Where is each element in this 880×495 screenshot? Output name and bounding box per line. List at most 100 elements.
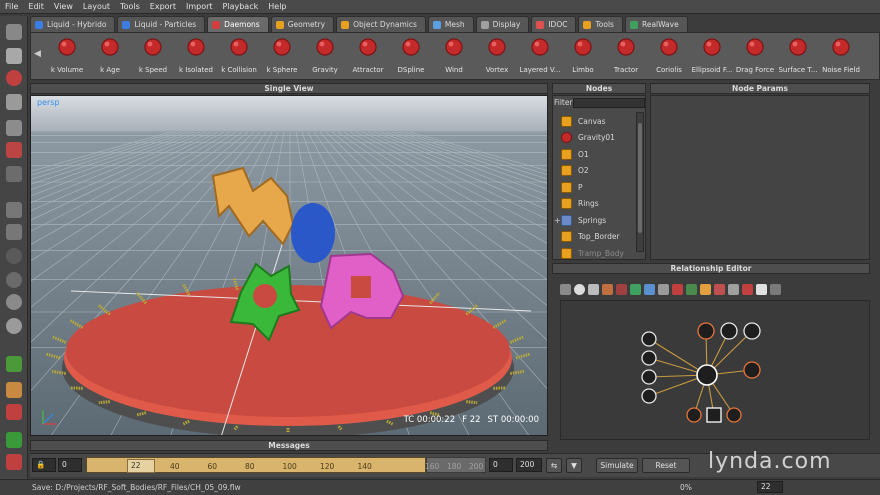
tab-daemons[interactable]: Daemons (207, 16, 269, 32)
tab-liquid-particles[interactable]: Liquid - Particles (117, 16, 206, 32)
node-item-o2[interactable]: O2 (555, 163, 635, 179)
scale-tool-icon[interactable] (6, 94, 22, 110)
display-sphere-wire-icon[interactable] (6, 248, 22, 264)
node-item-rings[interactable]: Rings (555, 196, 635, 212)
tool-tractor[interactable]: Tractor (604, 37, 648, 74)
lock-toggle[interactable]: 🔒 (32, 458, 56, 472)
tool-attractor[interactable]: Attractor (346, 37, 390, 74)
tool-ellipsoid-f[interactable]: Ellipsoid F... (690, 37, 734, 74)
tab-realwave[interactable]: RealWave (624, 16, 688, 32)
tool-drag-force[interactable]: Drag Force (733, 37, 777, 74)
menu-help[interactable]: Help (263, 2, 291, 11)
node-item-gravity01[interactable]: Gravity01 (555, 130, 635, 146)
folder-icon[interactable] (700, 283, 711, 295)
spark-icon[interactable] (714, 283, 725, 295)
magnet-icon[interactable] (742, 283, 753, 295)
move-tool-icon[interactable] (6, 48, 22, 64)
emitter-icon[interactable] (602, 283, 613, 295)
tool-k-volume[interactable]: k Volume (45, 37, 89, 74)
display-wire-icon[interactable] (6, 224, 22, 240)
range-start-field[interactable]: 0 (489, 458, 513, 472)
reset-button[interactable]: Reset (642, 458, 690, 473)
tool-dspline[interactable]: DSpline (389, 37, 433, 74)
shelf-scroll-left-icon[interactable]: ◀ (34, 49, 41, 59)
tool-k-collision[interactable]: k Collision (217, 37, 261, 74)
display-box-icon[interactable] (6, 202, 22, 218)
node-item-top_border[interactable]: Top_Border (555, 229, 635, 245)
current-frame-field[interactable]: 22 (127, 459, 155, 473)
table-icon[interactable] (756, 283, 767, 295)
bug-icon[interactable] (672, 283, 683, 295)
tool-surface-t[interactable]: Surface T... (776, 37, 820, 74)
brush-tool-icon[interactable] (6, 382, 22, 398)
menu-export[interactable]: Export (145, 2, 181, 11)
menu-playback[interactable]: Playback (218, 2, 264, 11)
export-tool-icon[interactable] (6, 432, 22, 448)
menu-view[interactable]: View (49, 2, 78, 11)
record-tool-icon[interactable] (6, 454, 22, 470)
link-icon[interactable] (560, 283, 571, 295)
range-end-field[interactable]: 200 (516, 458, 542, 472)
relationship-graph[interactable] (560, 300, 870, 440)
timeline-start-field[interactable]: 0 (58, 458, 82, 472)
grid-icon[interactable] (728, 283, 739, 295)
tool-k-sphere[interactable]: k Sphere (260, 37, 304, 74)
tool-gravity[interactable]: Gravity (303, 37, 347, 74)
tab-idoc[interactable]: IDOC (531, 16, 577, 32)
tool-k-isolated[interactable]: k Isolated (174, 37, 218, 74)
nodes-scrollbar[interactable] (636, 112, 644, 252)
node-item-springs[interactable]: + Springs (554, 212, 635, 228)
menu-import[interactable]: Import (181, 2, 218, 11)
paint-tool-icon[interactable] (6, 356, 22, 372)
snap-tool-icon[interactable] (6, 142, 22, 158)
node-item-canvas[interactable]: Canvas (555, 113, 635, 129)
tab-liquid-hybrido[interactable]: Liquid - Hybrido (30, 16, 116, 32)
daemon-icon[interactable] (630, 283, 641, 295)
timeline-ruler-extension[interactable]: 160 180 200 (425, 457, 486, 473)
3d-viewport[interactable]: persp TC 00:00:22 F 22 ST 00:00:00 (30, 95, 548, 436)
menu-layout[interactable]: Layout (78, 2, 115, 11)
range-set-icon[interactable]: ▼ (566, 458, 582, 473)
simulate-button[interactable]: Simulate (596, 458, 638, 473)
tab-object-dynamics[interactable]: Object Dynamics (336, 16, 426, 32)
cut-tool-icon[interactable] (6, 404, 22, 420)
camera-tool-icon[interactable] (6, 120, 22, 136)
tool-vortex[interactable]: Vortex (475, 37, 519, 74)
pivot-tool-icon[interactable] (6, 166, 22, 182)
select-tool-icon[interactable] (6, 24, 22, 40)
filter-input[interactable] (573, 98, 645, 108)
tab-display[interactable]: Display (475, 16, 530, 32)
range-fit-icon[interactable]: ⇆ (546, 458, 562, 473)
refresh-icon[interactable] (574, 283, 585, 295)
tab-mesh[interactable]: Mesh (427, 16, 474, 32)
camera-label[interactable]: persp (37, 98, 60, 107)
axis-icon[interactable] (770, 283, 781, 295)
menu-tools[interactable]: Tools (115, 2, 145, 11)
tool-wind[interactable]: Wind (432, 37, 476, 74)
tool-limbo[interactable]: Limbo (561, 37, 605, 74)
node-item-o1[interactable]: O1 (555, 146, 635, 162)
expand-icon[interactable]: + (554, 216, 561, 225)
menu-edit[interactable]: Edit (23, 2, 49, 11)
tool-coriolis[interactable]: Coriolis (647, 37, 691, 74)
object-icon[interactable] (616, 283, 627, 295)
tab-tools[interactable]: Tools (578, 16, 623, 32)
display-sphere-shaded-icon[interactable] (6, 318, 22, 334)
tool-layered-v[interactable]: Layered V... (518, 37, 562, 74)
timeline-ruler[interactable]: 22 40 60 80 100 120 140 (86, 457, 426, 473)
display-sphere-flat-icon[interactable] (6, 272, 22, 288)
mesh-icon[interactable] (686, 283, 697, 295)
tool-k-age[interactable]: k Age (88, 37, 132, 74)
menu-file[interactable]: File (0, 2, 23, 11)
rotate-tool-icon[interactable] (6, 70, 22, 86)
tab-geometry[interactable]: Geometry (270, 16, 335, 32)
tool-noise-field[interactable]: Noise Field (819, 37, 863, 74)
select-icon[interactable] (658, 283, 669, 295)
frame-icon[interactable] (588, 283, 599, 295)
zoom-icon[interactable] (644, 283, 655, 295)
status-frame-field[interactable]: 22 (757, 481, 783, 493)
node-item-p[interactable]: P (555, 179, 635, 195)
display-sphere-smooth-icon[interactable] (6, 294, 22, 310)
tool-k-speed[interactable]: k Speed (131, 37, 175, 74)
node-item-tramp_body[interactable]: Tramp_Body (555, 245, 635, 261)
